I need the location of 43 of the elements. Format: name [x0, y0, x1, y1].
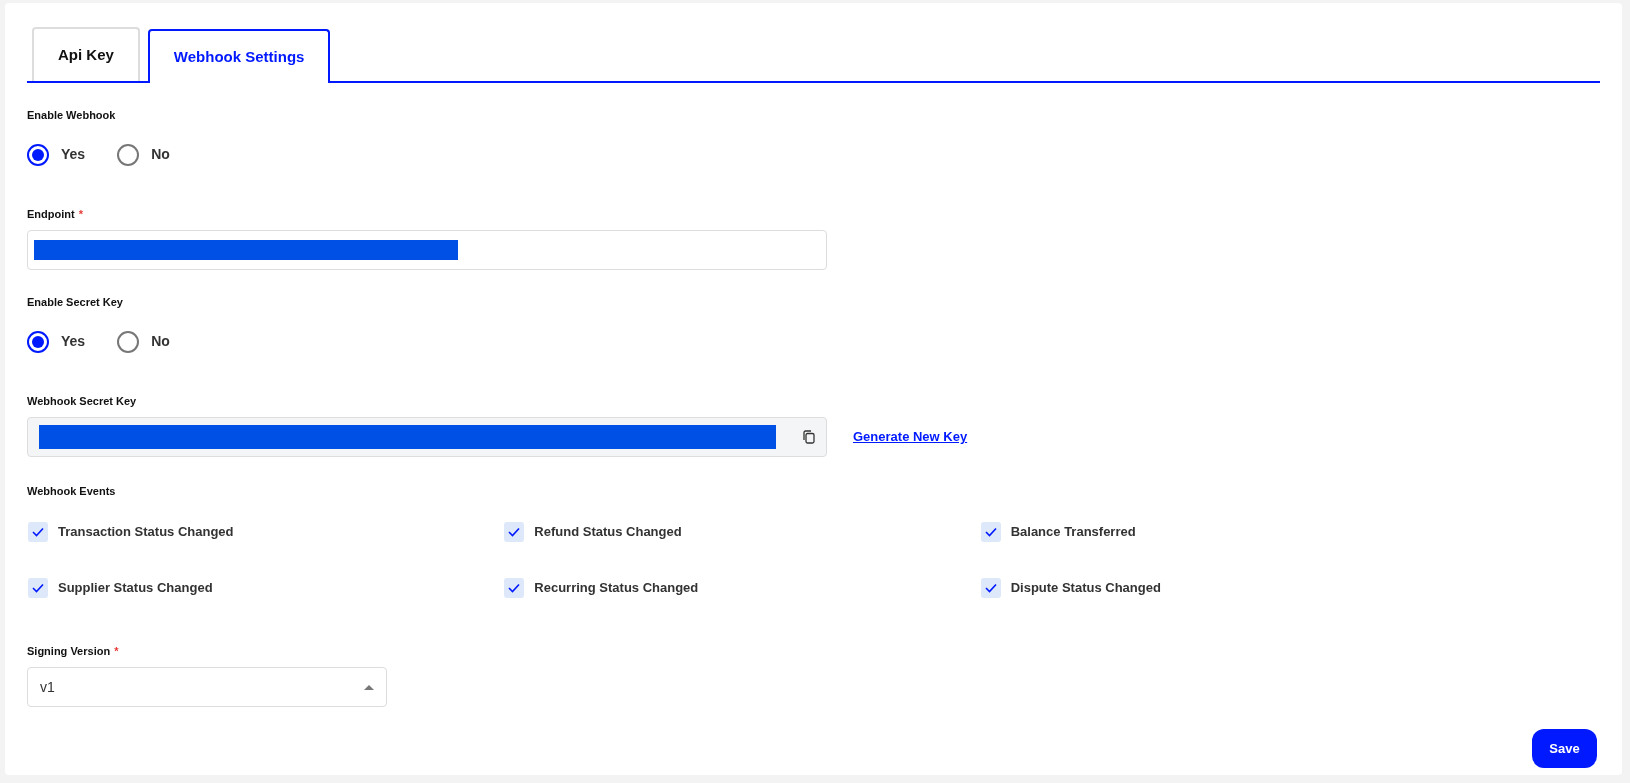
checkbox-label: Supplier Status Changed: [58, 578, 213, 597]
field-label: Endpoint: [27, 206, 75, 222]
field-label: Signing Version: [27, 643, 111, 659]
check-icon: [508, 582, 521, 593]
field-label: Enable Secret Key: [27, 295, 123, 310]
check-icon: [984, 526, 997, 537]
required-mark: *: [78, 206, 83, 222]
caret-icon: [364, 684, 374, 690]
checkbox-label: Recurring Status Changed: [534, 578, 699, 597]
check-icon: [32, 526, 44, 537]
radio-button[interactable]: [117, 330, 140, 353]
copy-icon[interactable]: [802, 430, 816, 444]
field-label: Webhook Events: [27, 484, 116, 499]
tab[interactable]: Webhook Settings: [147, 29, 331, 83]
signing-version-select[interactable]: v1: [27, 667, 387, 707]
checkbox-label: Dispute Status Changed: [1010, 578, 1161, 597]
generate-key-link[interactable]: Generate New Key: [853, 427, 968, 447]
radio-label: Yes: [61, 332, 86, 351]
required-mark: *: [114, 643, 119, 659]
tab[interactable]: Api Key: [32, 27, 140, 81]
checkbox-label: Refund Status Changed: [534, 522, 682, 541]
radio-label: No: [151, 332, 170, 351]
check-icon: [508, 526, 521, 537]
checkbox-label: Balance Transferred: [1010, 522, 1136, 541]
checkbox[interactable]: [980, 577, 1001, 598]
check-icon: [32, 582, 44, 593]
checkbox[interactable]: [28, 521, 48, 542]
checkbox[interactable]: [504, 521, 525, 542]
field-label: Enable Webhook: [27, 108, 116, 123]
save-button[interactable]: Save: [1532, 729, 1597, 768]
radio-button[interactable]: [27, 330, 49, 353]
radio-label: Yes: [61, 145, 86, 164]
checkbox-label: Transaction Status Changed: [58, 522, 234, 541]
checkbox[interactable]: [28, 577, 48, 598]
radio-label: No: [151, 145, 170, 164]
check-icon: [984, 582, 997, 593]
checkbox[interactable]: [504, 577, 525, 598]
secret-key-field[interactable]: [27, 417, 827, 457]
radio-button[interactable]: [27, 143, 49, 166]
checkbox[interactable]: [980, 521, 1001, 542]
endpoint-field[interactable]: [27, 230, 827, 270]
field-label: Webhook Secret Key: [27, 393, 137, 409]
radio-button[interactable]: [117, 143, 140, 166]
